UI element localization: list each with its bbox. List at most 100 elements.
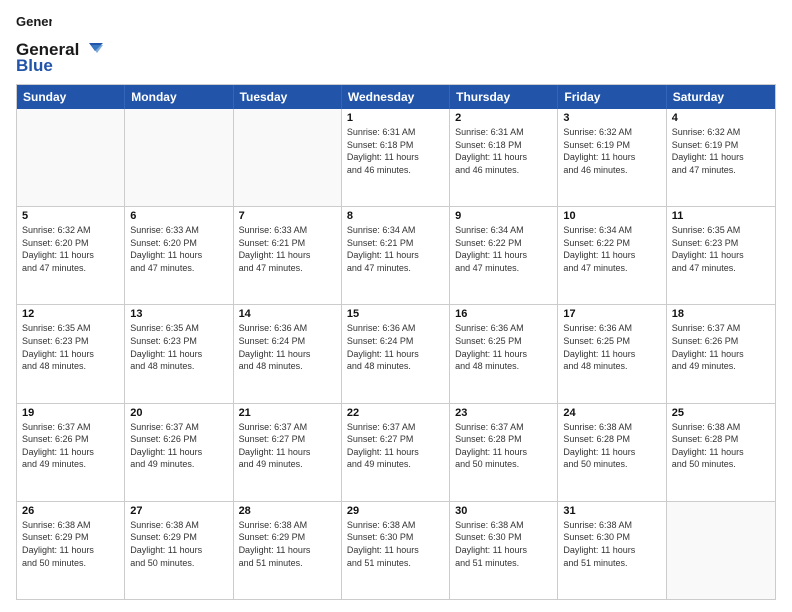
day-detail: Sunrise: 6:34 AM Sunset: 6:21 PM Dayligh… bbox=[347, 224, 444, 274]
day-cell-12: 12 Sunrise: 6:35 AM Sunset: 6:23 PM Dayli… bbox=[17, 305, 125, 402]
page: General General Blue SundayMondayTuesday… bbox=[0, 0, 792, 612]
day-cell-17: 17 Sunrise: 6:36 AM Sunset: 6:25 PM Dayli… bbox=[558, 305, 666, 402]
day-cell-1: 1 Sunrise: 6:31 AM Sunset: 6:18 PM Daylig… bbox=[342, 109, 450, 206]
day-detail: Sunrise: 6:38 AM Sunset: 6:28 PM Dayligh… bbox=[672, 421, 770, 471]
day-cell-31: 31Sunrise: 6:38 AM Sunset: 6:30 PM Dayli… bbox=[558, 502, 666, 599]
day-number: 20 bbox=[130, 407, 227, 419]
day-number: 1 bbox=[347, 112, 444, 124]
day-header-sunday: Sunday bbox=[17, 85, 125, 109]
day-detail: Sunrise: 6:37 AM Sunset: 6:27 PM Dayligh… bbox=[347, 421, 444, 471]
day-detail: Sunrise: 6:32 AM Sunset: 6:19 PM Dayligh… bbox=[563, 126, 660, 176]
day-cell-5: 5 Sunrise: 6:32 AM Sunset: 6:20 PM Daylig… bbox=[17, 207, 125, 304]
day-cell-16: 16Sunrise: 6:36 AM Sunset: 6:25 PM Dayli… bbox=[450, 305, 558, 402]
header: General General Blue bbox=[16, 12, 776, 76]
day-detail: Sunrise: 6:34 AM Sunset: 6:22 PM Dayligh… bbox=[563, 224, 660, 274]
day-cell-6: 6 Sunrise: 6:33 AM Sunset: 6:20 PM Daylig… bbox=[125, 207, 233, 304]
day-detail: Sunrise: 6:31 AM Sunset: 6:18 PM Dayligh… bbox=[455, 126, 552, 176]
day-number: 29 bbox=[347, 505, 444, 517]
day-detail: Sunrise: 6:38 AM Sunset: 6:30 PM Dayligh… bbox=[347, 519, 444, 569]
day-number: 26 bbox=[22, 505, 119, 517]
day-detail: Sunrise: 6:33 AM Sunset: 6:21 PM Dayligh… bbox=[239, 224, 336, 274]
day-number: 28 bbox=[239, 505, 336, 517]
day-number: 25 bbox=[672, 407, 770, 419]
day-detail: Sunrise: 6:34 AM Sunset: 6:22 PM Dayligh… bbox=[455, 224, 552, 274]
calendar-body: 1 Sunrise: 6:31 AM Sunset: 6:18 PM Daylig… bbox=[17, 109, 775, 599]
day-detail: Sunrise: 6:37 AM Sunset: 6:26 PM Dayligh… bbox=[22, 421, 119, 471]
day-detail: Sunrise: 6:36 AM Sunset: 6:25 PM Dayligh… bbox=[563, 322, 660, 372]
day-detail: Sunrise: 6:36 AM Sunset: 6:25 PM Dayligh… bbox=[455, 322, 552, 372]
day-detail: Sunrise: 6:38 AM Sunset: 6:29 PM Dayligh… bbox=[22, 519, 119, 569]
day-number: 18 bbox=[672, 308, 770, 320]
day-cell-10: 10 Sunrise: 6:34 AM Sunset: 6:22 PM Dayli… bbox=[558, 207, 666, 304]
day-number: 10 bbox=[563, 210, 660, 222]
day-detail: Sunrise: 6:37 AM Sunset: 6:27 PM Dayligh… bbox=[239, 421, 336, 471]
calendar-week-2: 5 Sunrise: 6:32 AM Sunset: 6:20 PM Daylig… bbox=[17, 207, 775, 305]
empty-cell bbox=[125, 109, 233, 206]
day-number: 6 bbox=[130, 210, 227, 222]
day-detail: Sunrise: 6:38 AM Sunset: 6:29 PM Dayligh… bbox=[130, 519, 227, 569]
day-number: 21 bbox=[239, 407, 336, 419]
calendar-week-1: 1 Sunrise: 6:31 AM Sunset: 6:18 PM Daylig… bbox=[17, 109, 775, 207]
calendar-week-5: 26 Sunrise: 6:38 AM Sunset: 6:29 PM Dayli… bbox=[17, 502, 775, 599]
day-header-monday: Monday bbox=[125, 85, 233, 109]
day-cell-27: 27 Sunrise: 6:38 AM Sunset: 6:29 PM Dayli… bbox=[125, 502, 233, 599]
day-cell-2: 2 Sunrise: 6:31 AM Sunset: 6:18 PM Daylig… bbox=[450, 109, 558, 206]
day-cell-9: 9 Sunrise: 6:34 AM Sunset: 6:22 PM Daylig… bbox=[450, 207, 558, 304]
day-number: 17 bbox=[563, 308, 660, 320]
day-cell-14: 14 Sunrise: 6:36 AM Sunset: 6:24 PM Dayli… bbox=[234, 305, 342, 402]
calendar-week-4: 19Sunrise: 6:37 AM Sunset: 6:26 PM Dayli… bbox=[17, 404, 775, 502]
day-number: 27 bbox=[130, 505, 227, 517]
day-number: 14 bbox=[239, 308, 336, 320]
empty-cell bbox=[17, 109, 125, 206]
empty-cell bbox=[667, 502, 775, 599]
day-cell-7: 7 Sunrise: 6:33 AM Sunset: 6:21 PM Daylig… bbox=[234, 207, 342, 304]
calendar: SundayMondayTuesdayWednesdayThursdayFrid… bbox=[16, 84, 776, 600]
empty-cell bbox=[234, 109, 342, 206]
day-number: 4 bbox=[672, 112, 770, 124]
logo-icon: General bbox=[16, 12, 52, 40]
day-cell-23: 23Sunrise: 6:37 AM Sunset: 6:28 PM Dayli… bbox=[450, 404, 558, 501]
day-cell-11: 11 Sunrise: 6:35 AM Sunset: 6:23 PM Dayli… bbox=[667, 207, 775, 304]
day-cell-29: 29 Sunrise: 6:38 AM Sunset: 6:30 PM Dayli… bbox=[342, 502, 450, 599]
day-header-tuesday: Tuesday bbox=[234, 85, 342, 109]
day-number: 15 bbox=[347, 308, 444, 320]
day-cell-4: 4Sunrise: 6:32 AM Sunset: 6:19 PM Daylig… bbox=[667, 109, 775, 206]
day-number: 7 bbox=[239, 210, 336, 222]
day-number: 30 bbox=[455, 505, 552, 517]
day-number: 8 bbox=[347, 210, 444, 222]
day-cell-21: 21 Sunrise: 6:37 AM Sunset: 6:27 PM Dayli… bbox=[234, 404, 342, 501]
day-number: 24 bbox=[563, 407, 660, 419]
calendar-header-row: SundayMondayTuesdayWednesdayThursdayFrid… bbox=[17, 85, 775, 109]
day-detail: Sunrise: 6:31 AM Sunset: 6:18 PM Dayligh… bbox=[347, 126, 444, 176]
day-detail: Sunrise: 6:32 AM Sunset: 6:20 PM Dayligh… bbox=[22, 224, 119, 274]
day-detail: Sunrise: 6:33 AM Sunset: 6:20 PM Dayligh… bbox=[130, 224, 227, 274]
day-header-saturday: Saturday bbox=[667, 85, 775, 109]
day-cell-20: 20 Sunrise: 6:37 AM Sunset: 6:26 PM Dayli… bbox=[125, 404, 233, 501]
day-detail: Sunrise: 6:38 AM Sunset: 6:30 PM Dayligh… bbox=[563, 519, 660, 569]
day-number: 9 bbox=[455, 210, 552, 222]
logo: General General Blue bbox=[16, 12, 105, 76]
day-cell-19: 19Sunrise: 6:37 AM Sunset: 6:26 PM Dayli… bbox=[17, 404, 125, 501]
day-number: 5 bbox=[22, 210, 119, 222]
day-number: 12 bbox=[22, 308, 119, 320]
logo-bird-icon bbox=[81, 41, 103, 59]
day-cell-28: 28 Sunrise: 6:38 AM Sunset: 6:29 PM Dayli… bbox=[234, 502, 342, 599]
day-detail: Sunrise: 6:36 AM Sunset: 6:24 PM Dayligh… bbox=[239, 322, 336, 372]
day-cell-25: 25 Sunrise: 6:38 AM Sunset: 6:28 PM Dayli… bbox=[667, 404, 775, 501]
day-cell-30: 30Sunrise: 6:38 AM Sunset: 6:30 PM Dayli… bbox=[450, 502, 558, 599]
day-detail: Sunrise: 6:37 AM Sunset: 6:28 PM Dayligh… bbox=[455, 421, 552, 471]
day-detail: Sunrise: 6:35 AM Sunset: 6:23 PM Dayligh… bbox=[22, 322, 119, 372]
calendar-week-3: 12 Sunrise: 6:35 AM Sunset: 6:23 PM Dayli… bbox=[17, 305, 775, 403]
day-detail: Sunrise: 6:37 AM Sunset: 6:26 PM Dayligh… bbox=[130, 421, 227, 471]
day-header-thursday: Thursday bbox=[450, 85, 558, 109]
day-detail: Sunrise: 6:38 AM Sunset: 6:28 PM Dayligh… bbox=[563, 421, 660, 471]
day-header-wednesday: Wednesday bbox=[342, 85, 450, 109]
logo-blue: Blue bbox=[16, 56, 53, 76]
day-cell-24: 24 Sunrise: 6:38 AM Sunset: 6:28 PM Dayli… bbox=[558, 404, 666, 501]
day-number: 11 bbox=[672, 210, 770, 222]
day-cell-13: 13Sunrise: 6:35 AM Sunset: 6:23 PM Dayli… bbox=[125, 305, 233, 402]
day-number: 2 bbox=[455, 112, 552, 124]
day-detail: Sunrise: 6:38 AM Sunset: 6:29 PM Dayligh… bbox=[239, 519, 336, 569]
day-detail: Sunrise: 6:35 AM Sunset: 6:23 PM Dayligh… bbox=[672, 224, 770, 274]
day-detail: Sunrise: 6:35 AM Sunset: 6:23 PM Dayligh… bbox=[130, 322, 227, 372]
